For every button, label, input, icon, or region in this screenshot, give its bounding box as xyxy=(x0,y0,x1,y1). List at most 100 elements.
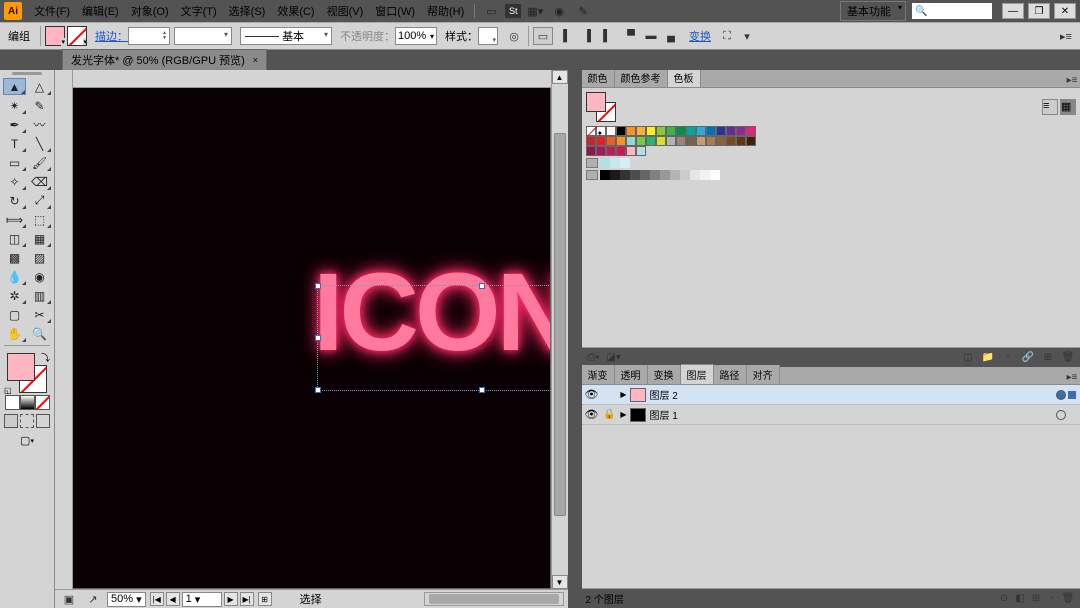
swatch-cell[interactable] xyxy=(646,136,656,146)
fill-color-icon[interactable] xyxy=(7,353,35,381)
swatch-cell[interactable] xyxy=(736,126,746,136)
width-tool-icon[interactable]: ⟾ xyxy=(3,211,26,228)
swatch-cell[interactable] xyxy=(600,170,610,180)
swatch-cell[interactable] xyxy=(650,170,660,180)
vertical-scrollbar[interactable]: ▲ ▼ xyxy=(551,70,568,589)
stroke-swatch[interactable]: ▾ xyxy=(67,26,87,46)
horizontal-ruler[interactable] xyxy=(73,70,551,88)
swatch-cell[interactable] xyxy=(696,136,706,146)
curvature-tool-icon[interactable]: 〰 xyxy=(28,116,51,133)
swatch-cell[interactable] xyxy=(676,136,686,146)
swatch-cell[interactable] xyxy=(616,146,626,156)
close-button[interactable]: ✕ xyxy=(1054,3,1076,19)
swatch-cell[interactable] xyxy=(746,136,756,146)
prev-artboard-button[interactable]: ◀ xyxy=(166,592,180,606)
panel-tab-paths[interactable]: 路径 xyxy=(714,365,747,384)
fill-swatch[interactable]: ▾ xyxy=(45,26,65,46)
target-icon[interactable] xyxy=(1056,390,1066,400)
scale-tool-icon[interactable]: ⤢ xyxy=(28,192,51,209)
swatch-cell[interactable]: ✦ xyxy=(596,126,606,136)
swatch-cell[interactable] xyxy=(596,146,606,156)
align-hcenter-icon[interactable]: ▐ xyxy=(577,27,597,45)
swatch-cell[interactable] xyxy=(646,126,656,136)
color-mode-solid-icon[interactable] xyxy=(5,395,20,410)
disclosure-icon[interactable]: ▶ xyxy=(618,390,630,399)
swatch-cell[interactable] xyxy=(676,126,686,136)
color-mode-none-icon[interactable] xyxy=(35,395,50,410)
stock-icon[interactable]: St xyxy=(505,4,521,18)
close-tab-icon[interactable]: × xyxy=(253,55,258,65)
clip-mask-icon[interactable]: ◧ xyxy=(1012,592,1028,606)
menu-help[interactable]: 帮助(H) xyxy=(421,1,470,21)
link-swatch-icon[interactable]: 🔗 xyxy=(1020,351,1036,365)
panel-tab-color-guide[interactable]: 颜色参考 xyxy=(615,70,668,87)
swatch-cell[interactable] xyxy=(626,126,636,136)
swatch-cell[interactable] xyxy=(626,136,636,146)
trash-icon[interactable]: 🗑 xyxy=(1060,351,1076,365)
panel-tab-color[interactable]: 颜色 xyxy=(582,70,615,87)
first-artboard-button[interactable]: |◀ xyxy=(150,592,164,606)
swatch-cell[interactable] xyxy=(610,170,620,180)
align-left-icon[interactable]: ▌ xyxy=(557,27,577,45)
panel-menu-icon[interactable]: ▸≡ xyxy=(1064,73,1080,87)
selection-tool-icon[interactable]: ▲ xyxy=(3,78,26,95)
swatch-cell[interactable] xyxy=(666,136,676,146)
swatch-cell[interactable] xyxy=(600,158,610,168)
resize-handle[interactable] xyxy=(315,335,321,341)
brush-dropdown[interactable]: 基本 xyxy=(240,27,332,45)
draw-normal-icon[interactable] xyxy=(4,414,18,428)
swatch-cell[interactable] xyxy=(746,126,756,136)
minimize-button[interactable]: — xyxy=(1002,3,1024,19)
layer-row[interactable]: 👁🔒▶图层 1 xyxy=(582,405,1080,425)
swatch-cell[interactable] xyxy=(700,170,710,180)
symbol-spray-tool-icon[interactable]: ✲ xyxy=(3,287,26,304)
resize-handle[interactable] xyxy=(315,283,321,289)
swatch-cell[interactable] xyxy=(596,136,606,146)
swatch-cell[interactable] xyxy=(666,126,676,136)
swatch-kind-icon[interactable]: ◪▾ xyxy=(606,351,622,365)
swatch-list-view-icon[interactable]: ≡ xyxy=(1042,99,1058,115)
magic-wand-tool-icon[interactable]: ✴ xyxy=(3,97,26,114)
new-layer-icon[interactable]: ▫ xyxy=(1044,592,1060,606)
swatch-cell[interactable] xyxy=(690,170,700,180)
menu-window[interactable]: 窗口(W) xyxy=(369,1,421,21)
lock-toggle-icon[interactable]: 🔒 xyxy=(602,409,618,420)
swatch-cell[interactable] xyxy=(626,146,636,156)
opacity-input[interactable]: 100%▾ xyxy=(395,27,437,45)
folder-icon[interactable] xyxy=(586,170,598,180)
swatch-cell[interactable] xyxy=(686,126,696,136)
swatch-cell[interactable] xyxy=(656,136,666,146)
blend-tool-icon[interactable]: ◉ xyxy=(28,268,51,285)
shaper-tool-icon[interactable]: ✧ xyxy=(3,173,26,190)
swatch-cell[interactable] xyxy=(636,126,646,136)
style-swatch[interactable] xyxy=(478,27,498,45)
last-artboard-button[interactable]: ▶| xyxy=(240,592,254,606)
swatch-cell[interactable] xyxy=(706,126,716,136)
swatch-cell[interactable] xyxy=(630,170,640,180)
swatch-cell[interactable] xyxy=(716,126,726,136)
panel-tab-swatches[interactable]: 色板 xyxy=(668,70,701,87)
rectangle-tool-icon[interactable]: ▭ xyxy=(3,154,26,171)
menu-select[interactable]: 选择(S) xyxy=(223,1,272,21)
document-tab[interactable]: 发光字体* @ 50% (RGB/GPU 预览) × xyxy=(62,49,267,70)
visibility-toggle-icon[interactable]: 👁 xyxy=(582,388,602,401)
perspective-tool-icon[interactable]: ▦ xyxy=(28,230,51,247)
swatch-options-icon[interactable]: ◫ xyxy=(960,351,976,365)
resize-handle[interactable] xyxy=(479,387,485,393)
disclosure-icon[interactable]: ▶ xyxy=(618,410,630,419)
swap-colors-icon[interactable]: ⤵ xyxy=(41,351,50,364)
zoom-tool-icon[interactable]: 🔍 xyxy=(28,325,51,342)
arrange-docs-icon[interactable]: ▦▾ xyxy=(525,3,545,19)
feedback-icon[interactable]: ✎ xyxy=(573,3,593,19)
menu-edit[interactable]: 编辑(E) xyxy=(76,1,125,21)
swatch-cell[interactable] xyxy=(706,136,716,146)
target-icon[interactable] xyxy=(1056,410,1066,420)
swatch-library-icon[interactable]: ⎙▾ xyxy=(586,351,602,365)
panel-menu-icon[interactable]: ▸≡ xyxy=(1064,370,1080,384)
eraser-tool-icon[interactable]: ⌫ xyxy=(28,173,51,190)
selection-bounding-box[interactable] xyxy=(317,285,551,391)
swatch-cell[interactable] xyxy=(606,126,616,136)
swatch-cell[interactable] xyxy=(736,136,746,146)
rotate-tool-icon[interactable]: ↻ xyxy=(3,192,26,209)
fill-stroke-swatches[interactable]: ⤵ ◱ xyxy=(7,353,47,393)
